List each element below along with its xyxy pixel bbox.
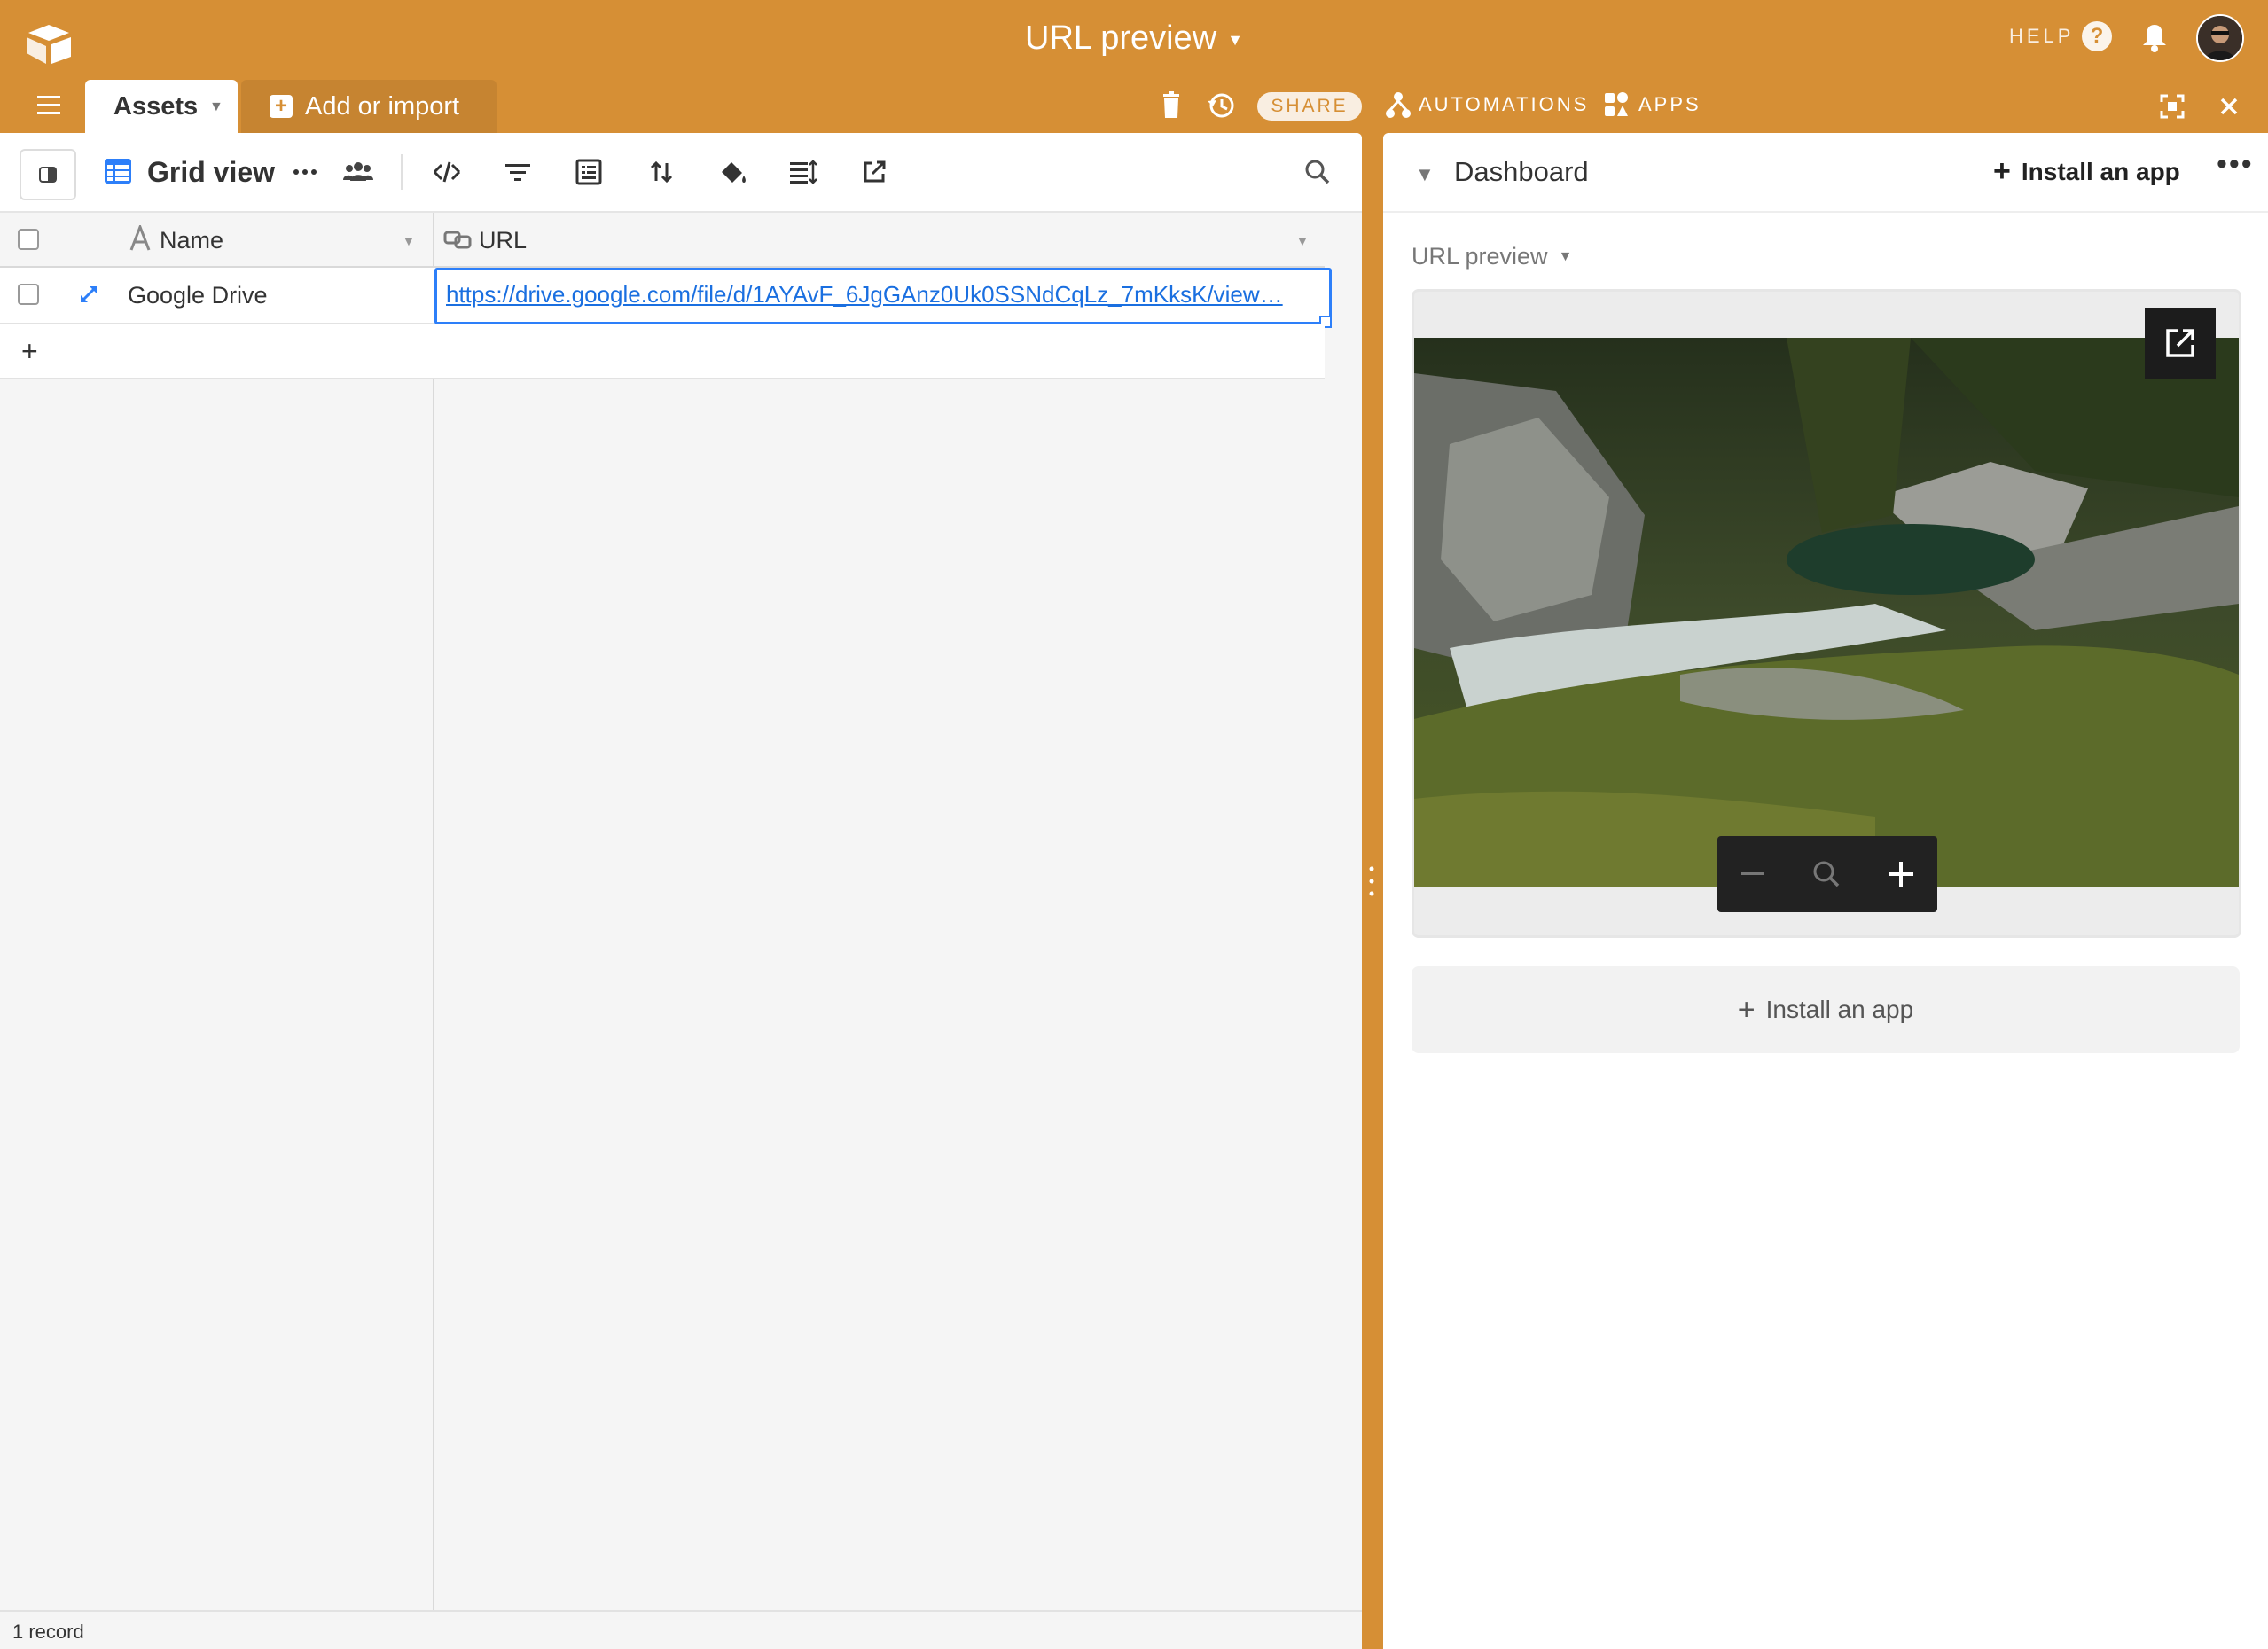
record-count: 1 record [12, 1621, 84, 1643]
chevron-down-icon: ▼ [1558, 248, 1573, 264]
sidebar-toggle-button[interactable] [20, 149, 76, 200]
menu-icon[interactable] [34, 92, 66, 119]
grid-panel: Grid view Name ▼ URL ▼ Google Drive http… [0, 133, 1362, 1649]
share-view-icon[interactable] [856, 154, 892, 190]
zoom-reset-icon[interactable] [1810, 857, 1843, 891]
select-all-checkbox[interactable] [18, 229, 39, 250]
chevron-down-icon[interactable]: ▼ [209, 99, 223, 115]
group-icon[interactable] [571, 154, 606, 190]
top-bar: URL preview ▼ HELP ? Assets ▼ + Add or i… [0, 0, 2268, 133]
url-preview-app [1412, 289, 2241, 938]
sort-icon[interactable] [644, 154, 679, 190]
tab-assets[interactable]: Assets ▼ [85, 80, 238, 133]
row-name-cell[interactable]: Google Drive [128, 282, 268, 309]
panel-resize-handle[interactable] [1369, 865, 1374, 897]
expand-record-icon[interactable] [78, 284, 99, 305]
filter-icon[interactable] [500, 154, 536, 190]
plus-icon: + [270, 94, 293, 118]
collaborators-icon[interactable] [340, 154, 376, 190]
apps-label: APPS [1638, 93, 1701, 115]
bell-icon[interactable] [2137, 20, 2172, 55]
install-app-button[interactable]: + Install an app [1993, 154, 2180, 189]
dashboard-title[interactable]: Dashboard [1454, 156, 1589, 188]
chevron-down-icon[interactable]: ▼ [1296, 234, 1309, 248]
plus-icon: + [1737, 992, 1756, 1027]
column-divider[interactable] [433, 213, 434, 1649]
more-icon[interactable] [287, 154, 323, 190]
plus-icon: + [1993, 154, 2011, 188]
more-icon[interactable]: ••• [2217, 147, 2254, 182]
apps-button[interactable]: APPS [1603, 90, 1701, 119]
color-icon[interactable] [715, 154, 750, 190]
add-row-button[interactable]: + [0, 324, 1325, 379]
grid-view-icon[interactable] [103, 156, 133, 186]
automations-label: AUTOMATIONS [1419, 93, 1590, 115]
dashboard-header: ▼ Dashboard + Install an app ••• [1383, 133, 2268, 213]
install-app-label: Install an app [1765, 996, 1914, 1023]
app-title-label: URL preview [1412, 243, 1548, 270]
close-icon[interactable] [2215, 92, 2243, 121]
grid-footer: 1 record [0, 1610, 1362, 1649]
open-external-icon[interactable] [2145, 308, 2216, 379]
base-title[interactable]: URL preview ▼ [0, 18, 2268, 59]
url-cell[interactable]: https://drive.google.com/file/d/1AYAvF_6… [434, 268, 1332, 324]
add-import-label: Add or import [305, 91, 460, 121]
view-bar: Grid view [0, 133, 1362, 213]
automations-button[interactable]: AUTOMATIONS [1385, 90, 1589, 119]
apps-icon [1605, 92, 1628, 116]
trash-icon[interactable] [1160, 91, 1183, 120]
text-field-icon [128, 225, 153, 252]
toolbar-divider [401, 154, 403, 190]
help-button[interactable]: HELP [2009, 25, 2074, 48]
help-icon[interactable]: ? [2082, 21, 2112, 51]
column-header-name[interactable]: Name [160, 227, 223, 254]
url-field-icon [443, 229, 472, 250]
add-or-import-button[interactable]: + Add or import [241, 80, 497, 133]
chevron-down-icon[interactable]: ▼ [403, 234, 415, 248]
zoom-out-icon[interactable] [1738, 859, 1768, 889]
collapse-caret-icon[interactable]: ▼ [1415, 163, 1435, 186]
install-app-label: Install an app [2021, 157, 2180, 185]
column-header-url[interactable]: URL [479, 227, 527, 254]
share-button[interactable]: SHARE [1257, 92, 1362, 121]
search-icon[interactable] [1300, 154, 1335, 190]
zoom-in-icon[interactable] [1885, 858, 1917, 890]
app-title[interactable]: URL preview ▼ [1412, 243, 1572, 270]
avatar[interactable] [2196, 14, 2244, 62]
zoom-controls [1717, 836, 1937, 912]
table-row[interactable]: Google Drive https://drive.google.com/fi… [0, 268, 1332, 324]
row-checkbox[interactable] [18, 284, 39, 305]
dashboard-panel: ▼ Dashboard + Install an app ••• URL pre… [1383, 133, 2268, 1649]
url-link[interactable]: https://drive.google.com/file/d/1AYAvF_6… [446, 281, 1283, 309]
chevron-down-icon: ▼ [1227, 30, 1243, 49]
row-height-icon[interactable] [786, 154, 821, 190]
install-app-placeholder-button[interactable]: + Install an app [1412, 966, 2240, 1053]
hide-fields-icon[interactable] [429, 154, 465, 190]
automations-icon [1386, 92, 1411, 118]
sidebar-toggle-icon [39, 167, 57, 183]
preview-image[interactable] [1414, 338, 2239, 887]
view-name[interactable]: Grid view [147, 156, 275, 189]
fullscreen-icon[interactable] [2158, 92, 2186, 121]
tab-label: Assets [113, 92, 199, 121]
grid-header-row: Name ▼ URL ▼ [0, 213, 1325, 268]
plus-icon: + [21, 335, 38, 367]
base-title-label: URL preview [1025, 19, 1217, 57]
history-icon[interactable] [1206, 90, 1236, 121]
